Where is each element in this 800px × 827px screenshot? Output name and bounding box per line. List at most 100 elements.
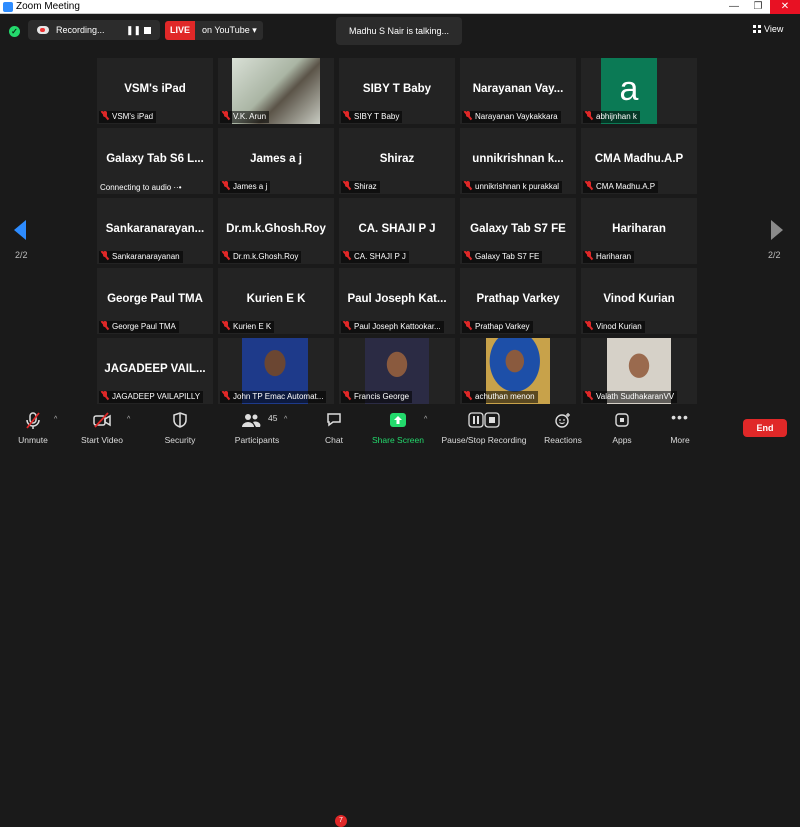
window-controls: — ❐ ✕: [722, 0, 800, 14]
share-screen-icon: [390, 413, 406, 427]
participant-name-text: Narayanan Vaykakkara: [475, 112, 558, 121]
video-off-icon: [93, 412, 111, 428]
participant-tile[interactable]: Kurien E K Kurien E K: [218, 268, 334, 334]
participant-tile[interactable]: a abhijnhan k: [581, 58, 697, 124]
pause-recording-button[interactable]: ❚❚: [126, 20, 141, 40]
muted-mic-icon: [464, 251, 472, 260]
reactions-label: Reactions: [544, 435, 582, 445]
restore-button[interactable]: ❐: [746, 0, 770, 14]
cloud-recording-icon: [37, 26, 49, 34]
participant-name-text: CA. SHAJI P J: [354, 252, 406, 261]
participant-tile[interactable]: SIBY T Baby SIBY T Baby: [339, 58, 455, 124]
live-badge[interactable]: LIVE: [165, 21, 195, 40]
participant-tile[interactable]: Galaxy Tab S6 L... Connecting to audio ··…: [97, 128, 213, 194]
participant-tile[interactable]: JAGADEEP VAIL... JAGADEEP VAILAPILLY: [97, 338, 213, 404]
participant-tile[interactable]: CMA Madhu.A.P CMA Madhu.A.P: [581, 128, 697, 194]
participant-display-name: Narayanan Vay...: [472, 83, 564, 95]
participant-name-label: Valath SudhakaranVV: [583, 391, 678, 403]
muted-mic-icon: [343, 111, 351, 120]
participant-name-text: abhijnhan k: [596, 112, 637, 121]
participant-name-label: achuthan menon: [462, 391, 538, 403]
pause-stop-recording-label: Pause/Stop Recording: [441, 435, 527, 445]
view-button[interactable]: View: [753, 24, 783, 34]
previous-page-arrow-icon[interactable]: [14, 220, 26, 240]
participant-name-text: Kurien E K: [233, 322, 272, 331]
share-screen-button[interactable]: Share Screen: [368, 404, 428, 448]
participant-tile[interactable]: Valath SudhakaranVV: [581, 338, 697, 404]
muted-mic-icon: [101, 391, 109, 400]
participant-name-text: Shiraz: [354, 182, 377, 191]
video-options-caret[interactable]: ^: [127, 416, 130, 423]
participants-options-caret[interactable]: ^: [284, 416, 287, 423]
start-video-button[interactable]: Start Video: [76, 404, 128, 448]
participant-display-name: JAGADEEP VAIL...: [104, 363, 206, 375]
more-button[interactable]: ••• More: [662, 404, 698, 448]
participant-tile[interactable]: Galaxy Tab S7 FE Galaxy Tab S7 FE: [460, 198, 576, 264]
participant-name-label: Shiraz: [341, 181, 380, 193]
zoom-app-icon: [3, 2, 13, 12]
participant-display-name: unnikrishnan k...: [472, 153, 564, 165]
muted-mic-icon: [101, 251, 109, 260]
participant-name-text: Galaxy Tab S7 FE: [475, 252, 540, 261]
muted-mic-icon: [343, 321, 351, 330]
participants-button[interactable]: 45 Participants: [230, 404, 284, 448]
participant-tile[interactable]: Shiraz Shiraz: [339, 128, 455, 194]
participant-display-name: Shiraz: [379, 153, 415, 165]
participant-name-label: Prathap Varkey: [462, 321, 533, 333]
participant-display-name: Dr.m.k.Ghosh.Roy: [226, 223, 326, 235]
participant-tile[interactable]: John TP Emac Automat...: [218, 338, 334, 404]
unmute-button[interactable]: Unmute: [10, 404, 56, 448]
participants-count: 45: [268, 413, 278, 423]
participant-tile[interactable]: CA. SHAJI P J CA. SHAJI P J: [339, 198, 455, 264]
encryption-shield-icon[interactable]: [9, 26, 20, 37]
next-page-arrow-icon[interactable]: [771, 220, 783, 240]
participant-display-name: James a j: [250, 153, 302, 165]
participant-display-name: Galaxy Tab S6 L...: [106, 153, 204, 165]
reactions-button[interactable]: Reactions: [540, 404, 586, 448]
active-speaker-banner: Madhu S Nair is talking...: [336, 17, 462, 45]
participant-tile[interactable]: achuthan menon: [460, 338, 576, 404]
participant-name-text: Sankaranarayanan: [112, 252, 180, 261]
minimize-button[interactable]: —: [722, 0, 746, 14]
muted-mic-icon: [222, 321, 230, 330]
chat-button[interactable]: Chat: [316, 404, 352, 448]
participant-tile[interactable]: James a j James a j: [218, 128, 334, 194]
participant-tile[interactable]: Narayanan Vay... Narayanan Vaykakkara: [460, 58, 576, 124]
apps-icon: [615, 413, 629, 427]
end-meeting-button[interactable]: End: [743, 419, 787, 437]
participant-tile[interactable]: Dr.m.k.Ghosh.Roy Dr.m.k.Ghosh.Roy: [218, 198, 334, 264]
close-button[interactable]: ✕: [770, 0, 800, 14]
participant-tile[interactable]: Hariharan Hariharan: [581, 198, 697, 264]
security-button[interactable]: Security: [158, 404, 202, 448]
participant-tile[interactable]: unnikrishnan k... unnikrishnan k purakkal: [460, 128, 576, 194]
apps-button[interactable]: Apps: [604, 404, 640, 448]
participant-tile[interactable]: Vinod Kurian Vinod Kurian: [581, 268, 697, 334]
participant-tile[interactable]: V.K. Arun: [218, 58, 334, 124]
muted-mic-icon: [222, 251, 230, 260]
participant-tile[interactable]: VSM's iPad VSM's iPad: [97, 58, 213, 124]
participant-name-text: Dr.m.k.Ghosh.Roy: [233, 252, 299, 261]
audio-options-caret[interactable]: ^: [54, 416, 57, 423]
participant-display-name: Kurien E K: [246, 293, 306, 305]
participant-display-name: Galaxy Tab S7 FE: [470, 223, 566, 235]
participant-tile[interactable]: Sankaranarayan... Sankaranarayanan: [97, 198, 213, 264]
pause-stop-recording-button[interactable]: Pause/Stop Recording: [438, 404, 530, 448]
participant-tile[interactable]: George Paul TMA George Paul TMA: [97, 268, 213, 334]
muted-mic-icon: [585, 251, 593, 260]
participant-name-label: Narayanan Vaykakkara: [462, 111, 561, 123]
muted-mic-icon: [343, 181, 351, 190]
participant-name-label: Hariharan: [583, 251, 635, 263]
smiley-plus-icon: [555, 413, 570, 428]
participant-tile[interactable]: Prathap Varkey Prathap Varkey: [460, 268, 576, 334]
participant-tile[interactable]: Francis George: [339, 338, 455, 404]
unmute-label: Unmute: [18, 435, 48, 445]
participant-name-label: Francis George: [341, 391, 413, 403]
live-streaming-dropdown[interactable]: on YouTube ▾: [195, 21, 263, 40]
stop-recording-button[interactable]: [144, 27, 151, 34]
chat-label: Chat: [325, 435, 343, 445]
share-options-caret[interactable]: ^: [424, 416, 427, 423]
window-titlebar: Zoom Meeting — ❐ ✕: [0, 0, 800, 14]
participant-name-label: Vinod Kurian: [583, 321, 645, 333]
participant-tile[interactable]: Paul Joseph Kat... Paul Joseph Kattookar.…: [339, 268, 455, 334]
recording-label: Recording...: [56, 25, 105, 35]
